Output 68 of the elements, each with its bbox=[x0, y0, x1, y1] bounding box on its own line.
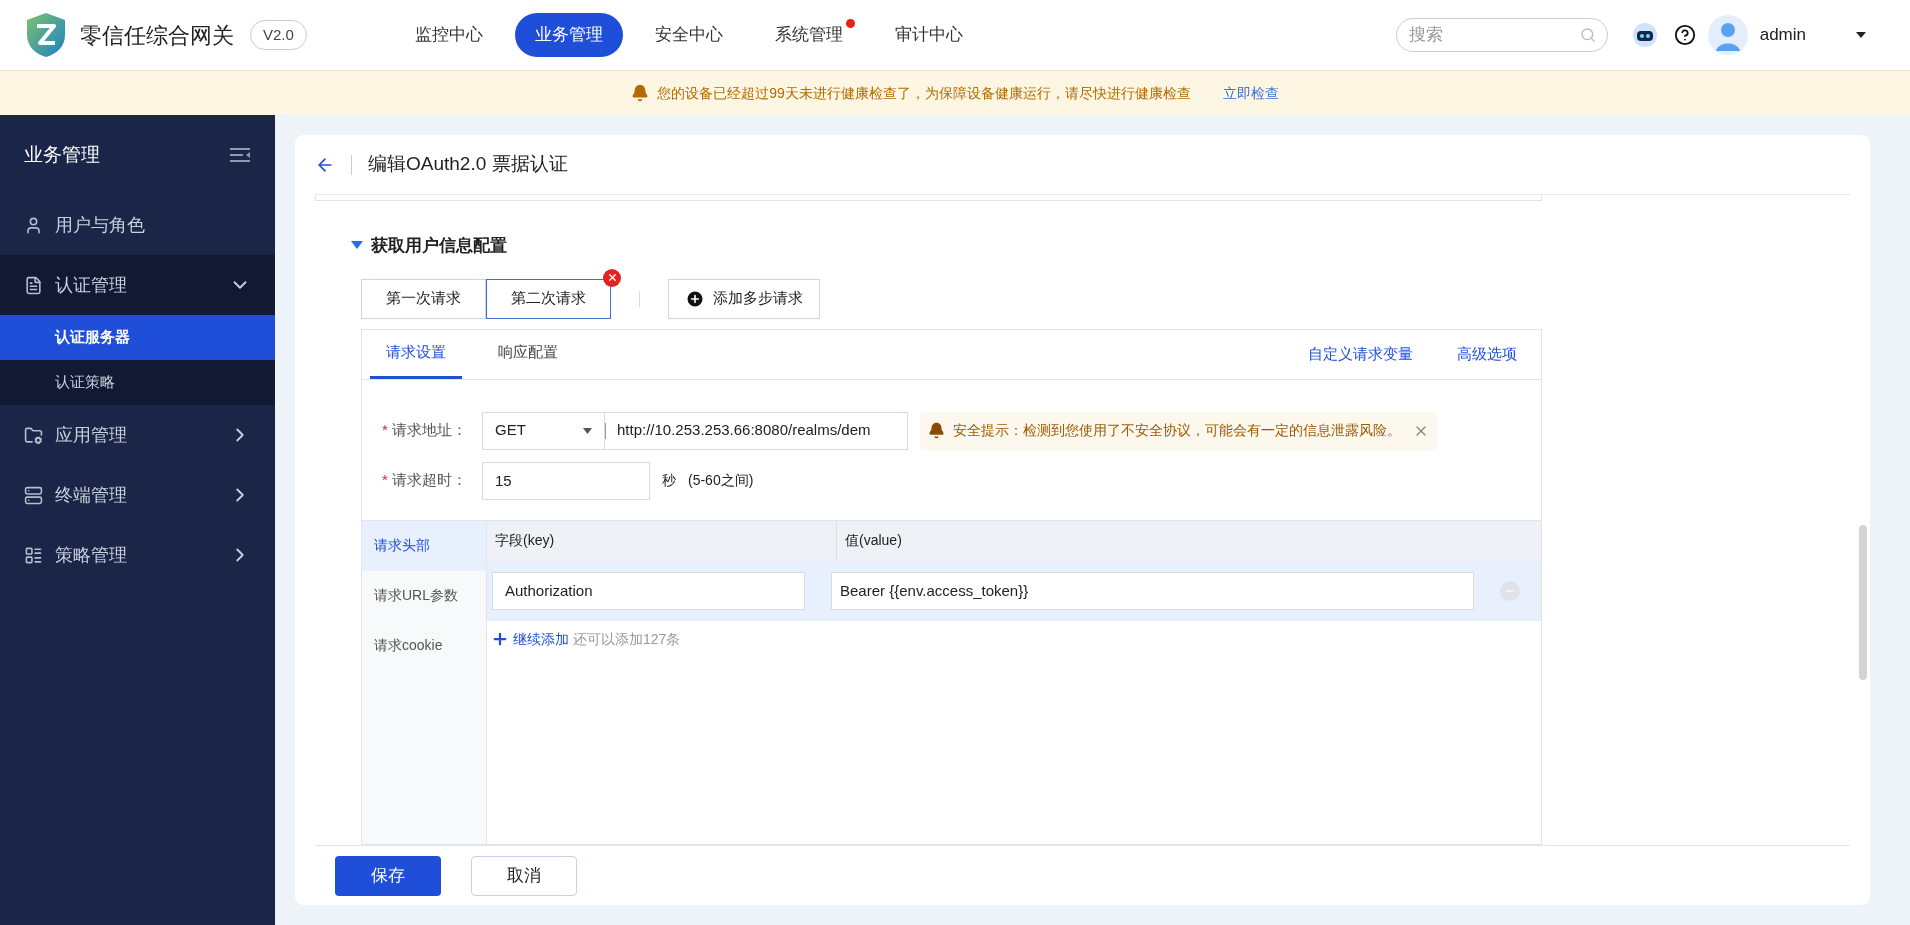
step-tab[interactable]: 第二次请求 bbox=[486, 278, 611, 319]
column-header: 字段(key) bbox=[487, 520, 837, 561]
option-link[interactable]: 自定义请求变量 bbox=[1308, 342, 1413, 366]
page-title: 编辑OAuth2.0 票据认证 bbox=[368, 152, 568, 177]
add-step-button[interactable]: 添加多步请求 bbox=[668, 278, 820, 319]
column-header: 值(value) bbox=[844, 531, 903, 550]
search-field[interactable]: 搜索 bbox=[1395, 18, 1608, 52]
value-field[interactable]: Bearer {{env.access_token}} bbox=[831, 571, 1474, 610]
remaining-note: 还可以添加127条 bbox=[573, 629, 681, 649]
sidebar-item[interactable]: 认证管理 bbox=[0, 255, 275, 315]
check-now-link[interactable]: 立即检查 bbox=[1222, 82, 1279, 104]
param-tab[interactable]: 请求cookie bbox=[362, 620, 486, 671]
option-link[interactable]: 高级选项 bbox=[1457, 342, 1517, 366]
remove-step-icon[interactable] bbox=[603, 268, 621, 287]
unit-text: 秒 bbox=[662, 471, 676, 490]
method-select[interactable]: GET bbox=[482, 411, 604, 450]
field-label: 请求超时： bbox=[391, 470, 467, 491]
range-hint: (5-60之间) bbox=[688, 471, 754, 490]
required-mark: * bbox=[382, 420, 388, 441]
nav-tab[interactable]: 监控中心 bbox=[394, 13, 503, 57]
nav-tab[interactable]: 审计中心 bbox=[874, 13, 983, 57]
bell-icon bbox=[928, 422, 945, 439]
collapse-triangle-icon[interactable] bbox=[351, 240, 363, 251]
param-tab[interactable]: 请求头部 bbox=[362, 520, 486, 571]
config-tab[interactable]: 请求设置 bbox=[370, 329, 462, 379]
notice-text: 您的设备已经超过99天未进行健康检查了，为保障设备健康运行，请尽快进行健康检查 bbox=[657, 83, 1191, 103]
sidebar-item[interactable]: 用户与角色 bbox=[0, 195, 275, 255]
key-field[interactable]: Authorization bbox=[492, 571, 805, 610]
sidebar-title: 业务管理 bbox=[24, 142, 100, 167]
nav-tab[interactable]: 系统管理 bbox=[754, 13, 863, 57]
sidebar-subitem[interactable]: 认证服务器 bbox=[0, 315, 275, 360]
timeout-field[interactable]: 15 bbox=[482, 461, 650, 500]
menu-icon bbox=[24, 425, 43, 445]
menu-icon bbox=[24, 485, 43, 505]
menu-icon bbox=[24, 275, 43, 295]
bell-icon bbox=[631, 84, 650, 102]
plus-circle-icon bbox=[685, 288, 705, 309]
field-label: 请求地址： bbox=[391, 420, 467, 441]
add-icon[interactable] bbox=[491, 630, 509, 648]
section-title: 获取用户信息配置 bbox=[371, 235, 507, 257]
config-tab[interactable]: 响应配置 bbox=[482, 329, 574, 379]
sidebar-item[interactable]: 应用管理 bbox=[0, 405, 275, 465]
caret-icon bbox=[583, 427, 592, 434]
cancel-button[interactable]: 取消 bbox=[471, 855, 577, 896]
search-icon bbox=[1579, 27, 1596, 43]
avatar-icon[interactable] bbox=[1707, 15, 1748, 55]
user-name[interactable]: admin bbox=[1759, 22, 1806, 48]
sidebar-subitem[interactable]: 认证策略 bbox=[0, 360, 275, 405]
url-field[interactable]: http://10.253.253.66:8080/realms/dem bbox=[604, 411, 908, 450]
help-icon[interactable] bbox=[1673, 24, 1696, 46]
robot-icon[interactable] bbox=[1631, 22, 1658, 48]
security-warning: 安全提示：检测到您使用了不安全协议，可能会有一定的信息泄露风险。 bbox=[920, 411, 1437, 450]
sidebar-item[interactable]: 策略管理 bbox=[0, 525, 275, 585]
nav-tab[interactable]: 业务管理 bbox=[514, 13, 623, 57]
menu-icon bbox=[24, 215, 43, 235]
dropdown-caret-icon[interactable] bbox=[1856, 32, 1866, 38]
nav-tab[interactable]: 安全中心 bbox=[634, 13, 743, 57]
required-mark: * bbox=[382, 470, 388, 491]
sidebar-item[interactable]: 终端管理 bbox=[0, 465, 275, 525]
step-tab[interactable]: 第一次请求 bbox=[361, 278, 486, 319]
shield-logo-icon bbox=[24, 11, 68, 59]
app-title: 零信任综合网关 bbox=[80, 21, 234, 50]
menu-icon bbox=[24, 545, 43, 565]
scrollbar-thumb[interactable] bbox=[1859, 525, 1867, 680]
save-button[interactable]: 保存 bbox=[335, 855, 441, 896]
param-tab[interactable]: 请求URL参数 bbox=[362, 570, 486, 621]
add-more-link[interactable]: 继续添加 bbox=[513, 628, 569, 650]
collapse-menu-icon[interactable] bbox=[229, 147, 251, 163]
